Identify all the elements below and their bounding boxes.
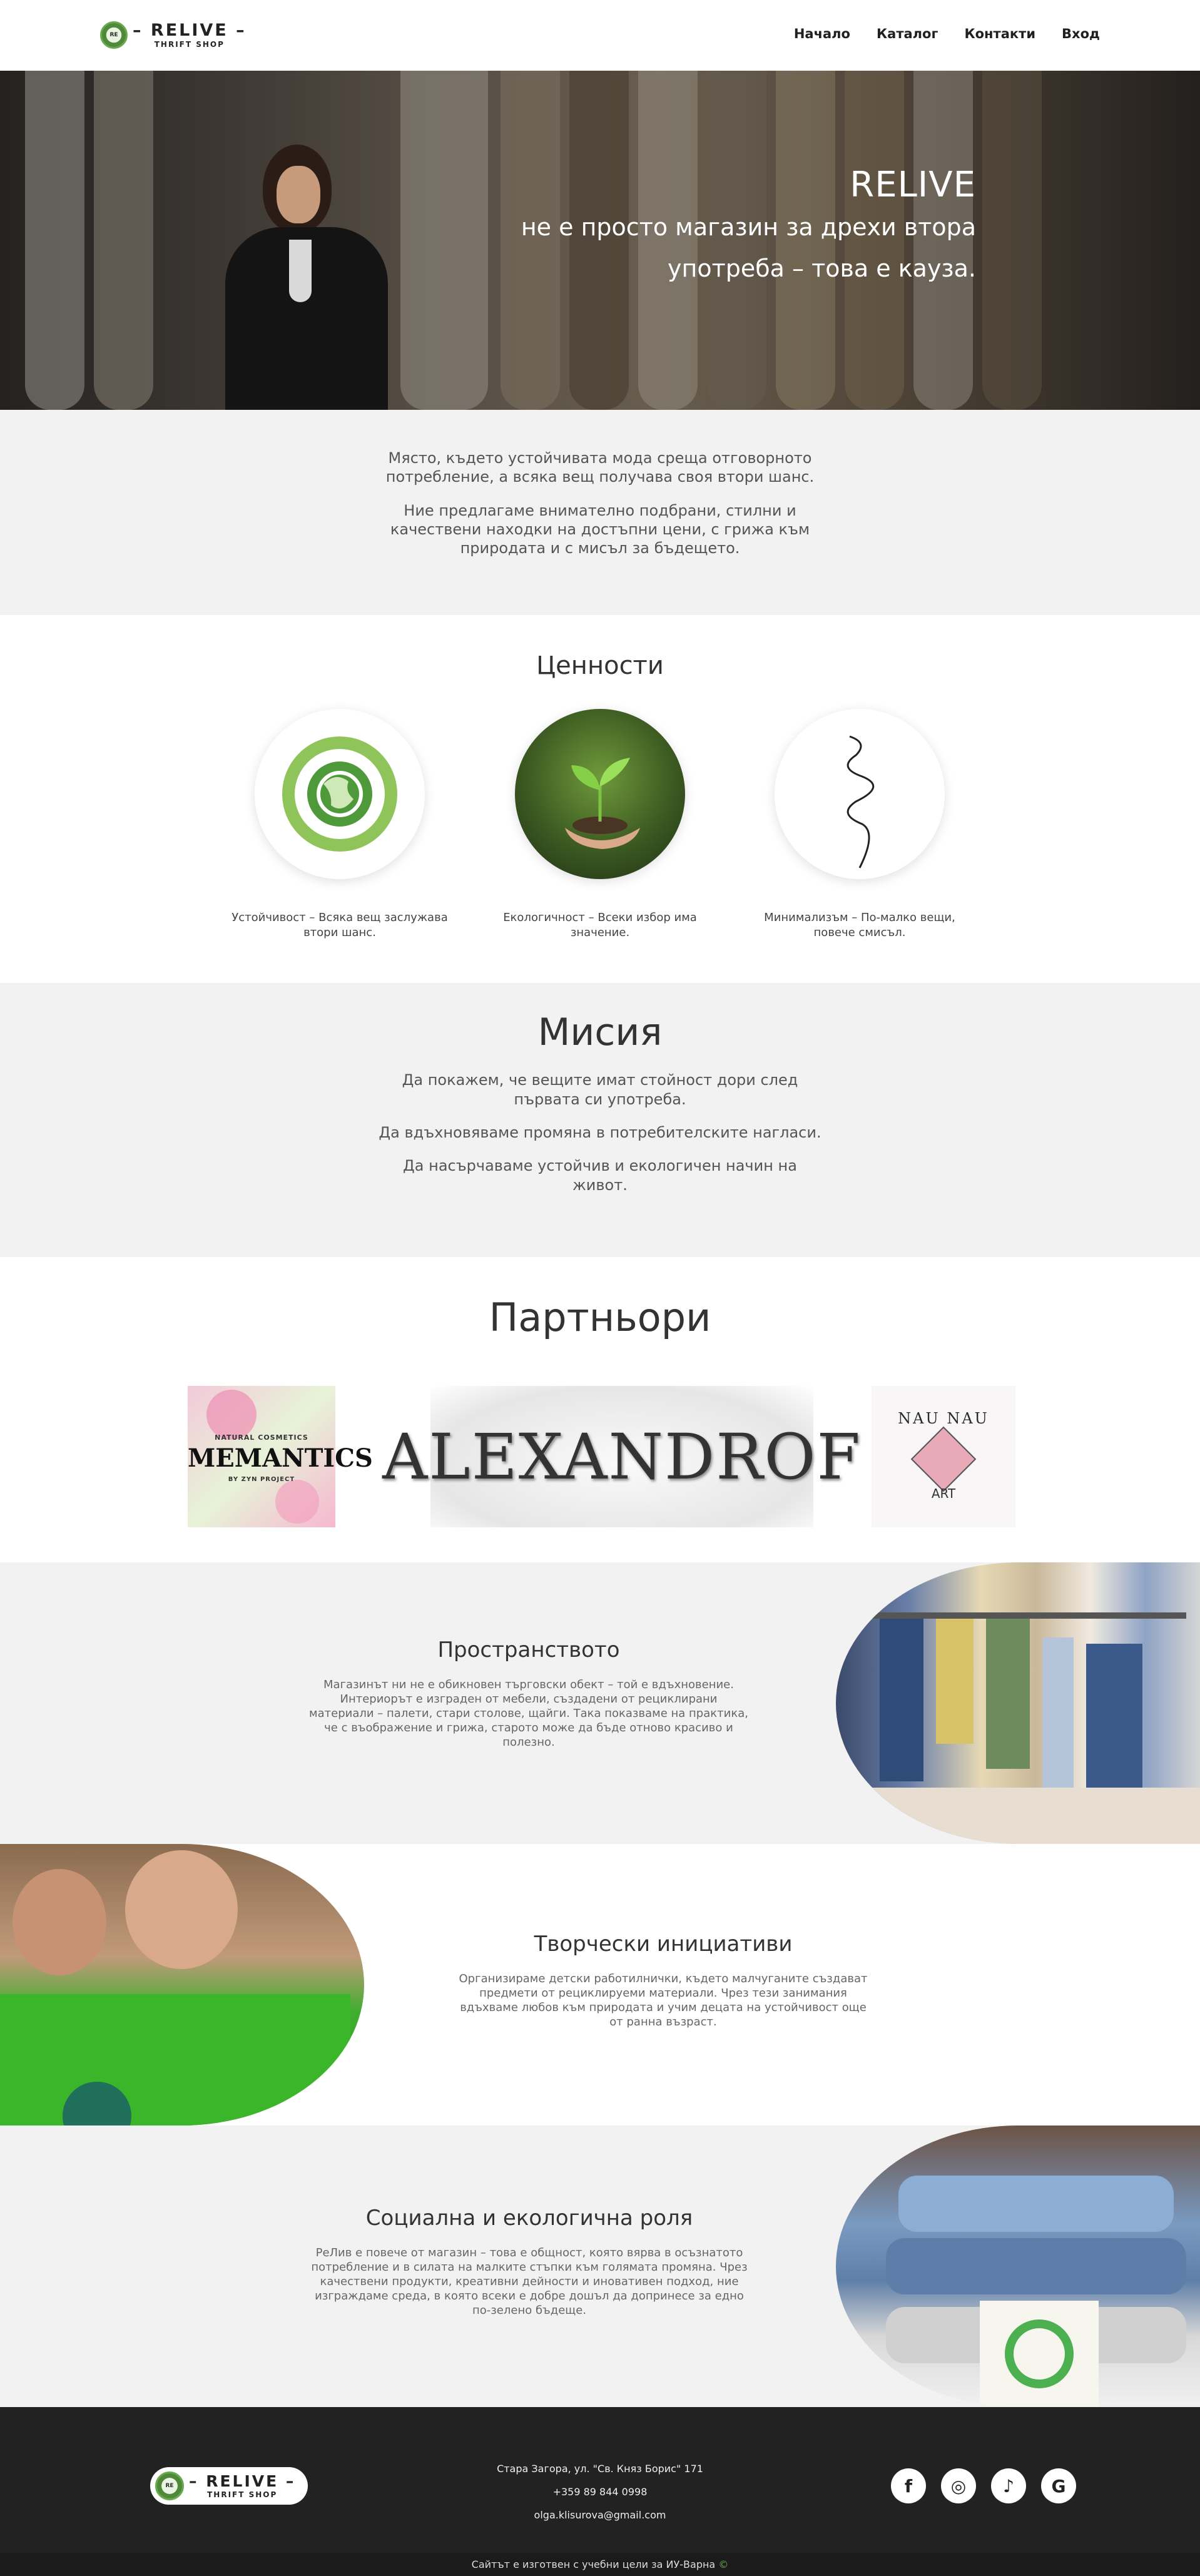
social-links: f ◎ ♪ G bbox=[891, 2468, 1076, 2503]
art-bottom: ART bbox=[931, 1486, 956, 1501]
hero-text: RELIVE не е просто магазин за дрехи втор… bbox=[521, 165, 976, 288]
footer-credit: Сайтът е изготвен с учебни цели за ИУ-Ва… bbox=[471, 2558, 716, 2570]
hero-tagline-1: не е просто магазин за дрехи втора bbox=[521, 213, 976, 241]
site-footer: RE – RELIVE – THRIFT SHOP Стара Загора, … bbox=[0, 2407, 1200, 2553]
facebook-icon[interactable]: f bbox=[891, 2468, 926, 2503]
sprout-icon bbox=[515, 709, 685, 879]
values-section: Ценности Устойчивост – Всяка вещ заслужа… bbox=[0, 615, 1200, 983]
partner-logo-art[interactable]: NAU NAU ART bbox=[872, 1386, 1015, 1527]
site-header: RE – RELIVE – THRIFT SHOP Начало Каталог… bbox=[0, 0, 1200, 71]
nav-contacts[interactable]: Контакти bbox=[964, 26, 1035, 41]
social-text-block: Социална и екологична роля РеЛив е повеч… bbox=[309, 2206, 750, 2318]
logo-mark-icon: RE bbox=[100, 21, 128, 49]
space-title: Пространството bbox=[437, 1637, 620, 1662]
alexandrof-name: ALEXANDROF bbox=[382, 1420, 862, 1494]
hero-tagline-2: употреба – това е кауза. bbox=[668, 255, 976, 282]
nav-home[interactable]: Начало bbox=[794, 26, 850, 41]
tiktok-icon[interactable]: ♪ bbox=[991, 2468, 1026, 2503]
mission-section: Мисия Да покажем, че вещите имат стойнос… bbox=[0, 983, 1200, 1257]
art-top: NAU NAU bbox=[898, 1410, 989, 1427]
partners-section: Партньори NATURAL COSMETICS MEMANTICS BY… bbox=[0, 1257, 1200, 1562]
values-title: Ценности bbox=[536, 651, 664, 680]
value-label-minimalism: Минимализъм – По-малко вещи, повече смис… bbox=[764, 911, 955, 939]
nav-catalog[interactable]: Каталог bbox=[877, 26, 938, 41]
google-icon[interactable]: G bbox=[1041, 2468, 1076, 2503]
social-section: Социална и екологична роля РеЛив е повеч… bbox=[0, 2125, 1200, 2407]
partner-logo-memantics[interactable]: NATURAL COSMETICS MEMANTICS BY ZYN PROJE… bbox=[188, 1386, 373, 1527]
space-text: Магазинът ни не е обикновен търговски об… bbox=[309, 1678, 748, 1749]
copyright-icon: © bbox=[718, 2558, 729, 2570]
globe-icon bbox=[255, 709, 425, 879]
logo-mark-text: RE bbox=[109, 32, 118, 38]
logo-text: – RELIVE – THRIFT SHOP bbox=[133, 22, 247, 48]
creative-title: Творчески инициативи bbox=[534, 1932, 793, 1957]
partners-title: Партньори bbox=[489, 1295, 711, 1340]
mission-title: Мисия bbox=[537, 1011, 663, 1054]
logo[interactable]: RE – RELIVE – THRIFT SHOP bbox=[100, 21, 250, 49]
mission-point-3: Да насърчаваме устойчив и екологичен нач… bbox=[403, 1157, 797, 1194]
space-section: Пространството Магазинът ни не е обикнов… bbox=[0, 1562, 1200, 1844]
memantics-top: NATURAL COSMETICS bbox=[215, 1433, 308, 1442]
folded-jeans-image bbox=[836, 2125, 1200, 2407]
mission-point-1: Да покажем, че вещите имат стойност дори… bbox=[402, 1071, 798, 1108]
hero-brand: RELIVE bbox=[850, 165, 976, 205]
creative-text-block: Творчески инициативи Организираме детски… bbox=[457, 1932, 870, 2029]
instagram-icon[interactable]: ◎ bbox=[941, 2468, 976, 2503]
partner-logo-alexandrof[interactable]: ALEXANDROF bbox=[382, 1386, 860, 1527]
children-recycling-image bbox=[0, 1844, 364, 2125]
memantics-sub: BY ZYN PROJECT bbox=[228, 1476, 295, 1483]
main-menu: Начало Каталог Контакти Вход bbox=[794, 26, 1100, 41]
social-text: РеЛив е повече от магазин – това е общно… bbox=[311, 2246, 748, 2317]
value-card-minimalism: Минимализъм – По-малко вещи, повече смис… bbox=[747, 709, 972, 940]
intro-paragraph-2: Ние предлагаме внимателно подбрани, стил… bbox=[390, 502, 810, 557]
footer-bottom-bar: Сайтът е изготвен с учебни цели за ИУ-Ва… bbox=[0, 2553, 1200, 2576]
mission-point-2: Да вдъхновяваме промяна в потребителскит… bbox=[379, 1124, 821, 1141]
memantics-name: MEMANTICS bbox=[188, 1443, 373, 1473]
value-card-ecology: Екологичност – Всеки избор има значение. bbox=[487, 709, 713, 940]
footer-email[interactable]: olga.klisurova@gmail.com bbox=[0, 2503, 1200, 2527]
intro-section: Място, където устойчивата мода среща отг… bbox=[0, 410, 1200, 615]
value-card-sustainability: Устойчивост – Всяка вещ заслужава втори … bbox=[227, 709, 452, 940]
hero-banner: RELIVE не е просто магазин за дрехи втор… bbox=[0, 71, 1200, 410]
minimal-line-icon bbox=[775, 709, 945, 879]
hero-person-image bbox=[219, 133, 394, 410]
intro-paragraph-1: Място, където устойчивата мода среща отг… bbox=[385, 449, 815, 486]
nav-login[interactable]: Вход bbox=[1062, 26, 1100, 41]
creative-text: Организираме детски работилнички, където… bbox=[459, 1972, 868, 2029]
value-label-sustainability: Устойчивост – Всяка вещ заслужава втори … bbox=[231, 911, 448, 939]
social-title: Социална и екологична роля bbox=[365, 2206, 693, 2231]
space-text-block: Пространството Магазинът ни не е обикнов… bbox=[307, 1637, 751, 1749]
creative-section: Творчески инициативи Организираме детски… bbox=[0, 1844, 1200, 2125]
store-interior-image bbox=[836, 1562, 1200, 1844]
logo-subtitle: THRIFT SHOP bbox=[154, 40, 225, 49]
value-label-ecology: Екологичност – Всеки избор има значение. bbox=[503, 911, 697, 939]
logo-title: – RELIVE – bbox=[133, 21, 247, 40]
